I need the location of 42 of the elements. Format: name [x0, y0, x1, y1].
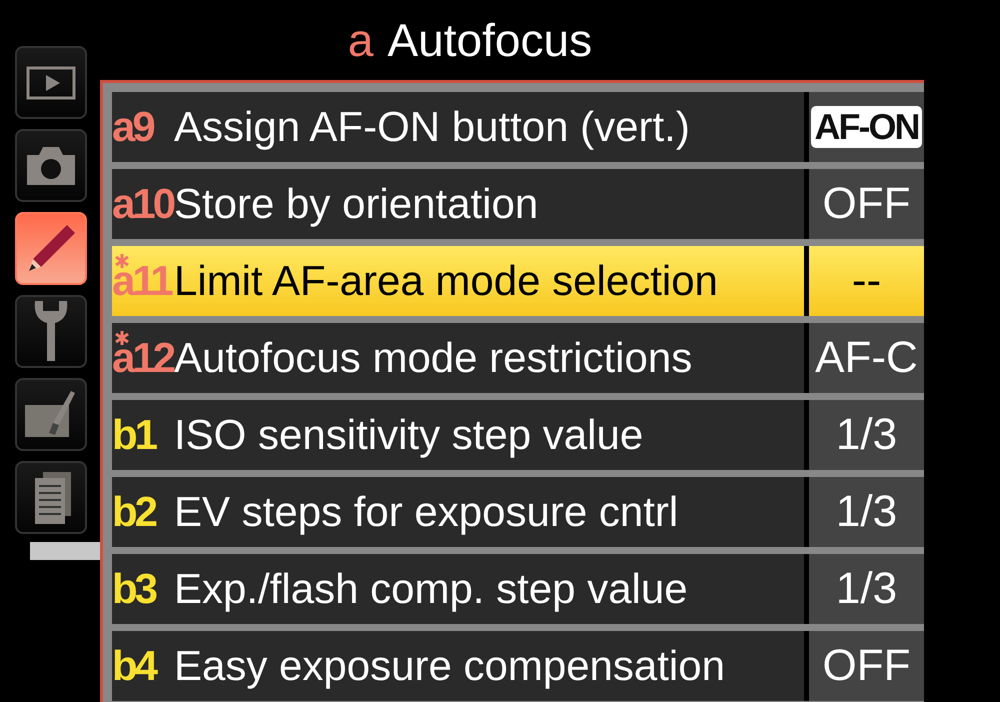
item-label: Easy exposure compensation [174, 642, 725, 690]
menu-item[interactable]: b3 Exp./flash comp. step value 1/3 [112, 554, 924, 624]
item-label: EV steps for exposure cntrl [174, 488, 678, 536]
menu-tab[interactable] [15, 129, 87, 202]
menu-tab[interactable] [15, 46, 87, 119]
item-label: Exp./flash comp. step value [174, 565, 688, 613]
menu-tab[interactable] [15, 295, 87, 368]
menu-item[interactable]: b1 ISO sensitivity step value 1/3 [112, 400, 924, 470]
item-code: a12 [112, 334, 174, 382]
section-code: a [348, 13, 374, 67]
item-code: a9 [112, 103, 154, 151]
item-value: OFF [822, 641, 910, 691]
item-value: 1/3 [836, 410, 898, 460]
menu-item[interactable]: a9 Assign AF-ON button (vert.) AF-ON [112, 92, 924, 162]
menu-item[interactable]: a11Limit AF-area mode selection -- [112, 246, 924, 316]
value-badge: AF-ON [810, 106, 922, 148]
menu-tab[interactable] [15, 378, 87, 451]
menu-item[interactable]: a12Autofocus mode restrictions AF-C [112, 323, 924, 393]
item-label: Assign AF-ON button (vert.) [174, 103, 690, 151]
scroll-indicator [30, 542, 100, 560]
item-code: b4 [112, 642, 157, 690]
menu-item[interactable]: b4 Easy exposure compensation OFF [112, 631, 924, 701]
item-label: Autofocus mode restrictions [174, 334, 692, 382]
item-code: b3 [112, 565, 157, 613]
menu-tab[interactable] [15, 212, 87, 285]
item-label: Limit AF-area mode selection [174, 257, 718, 305]
item-code: a11 [112, 257, 174, 305]
item-value: AF-C [815, 333, 918, 383]
item-label: ISO sensitivity step value [174, 411, 644, 459]
item-value: OFF [822, 179, 910, 229]
item-label: Store by orientation [174, 180, 538, 228]
item-code: a10 [112, 180, 174, 228]
item-code: b2 [112, 488, 157, 536]
item-value: 1/3 [836, 564, 898, 614]
menu-tab[interactable] [15, 461, 87, 534]
menu-title: Autofocus [388, 13, 592, 67]
menu-item[interactable]: a10Store by orientation OFF [112, 169, 924, 239]
item-code: b1 [112, 411, 157, 459]
play-icon [26, 66, 76, 100]
item-value: 1/3 [836, 487, 898, 537]
menu-item[interactable]: b2 EV steps for exposure cntrl 1/3 [112, 477, 924, 547]
item-value: -- [852, 256, 882, 306]
